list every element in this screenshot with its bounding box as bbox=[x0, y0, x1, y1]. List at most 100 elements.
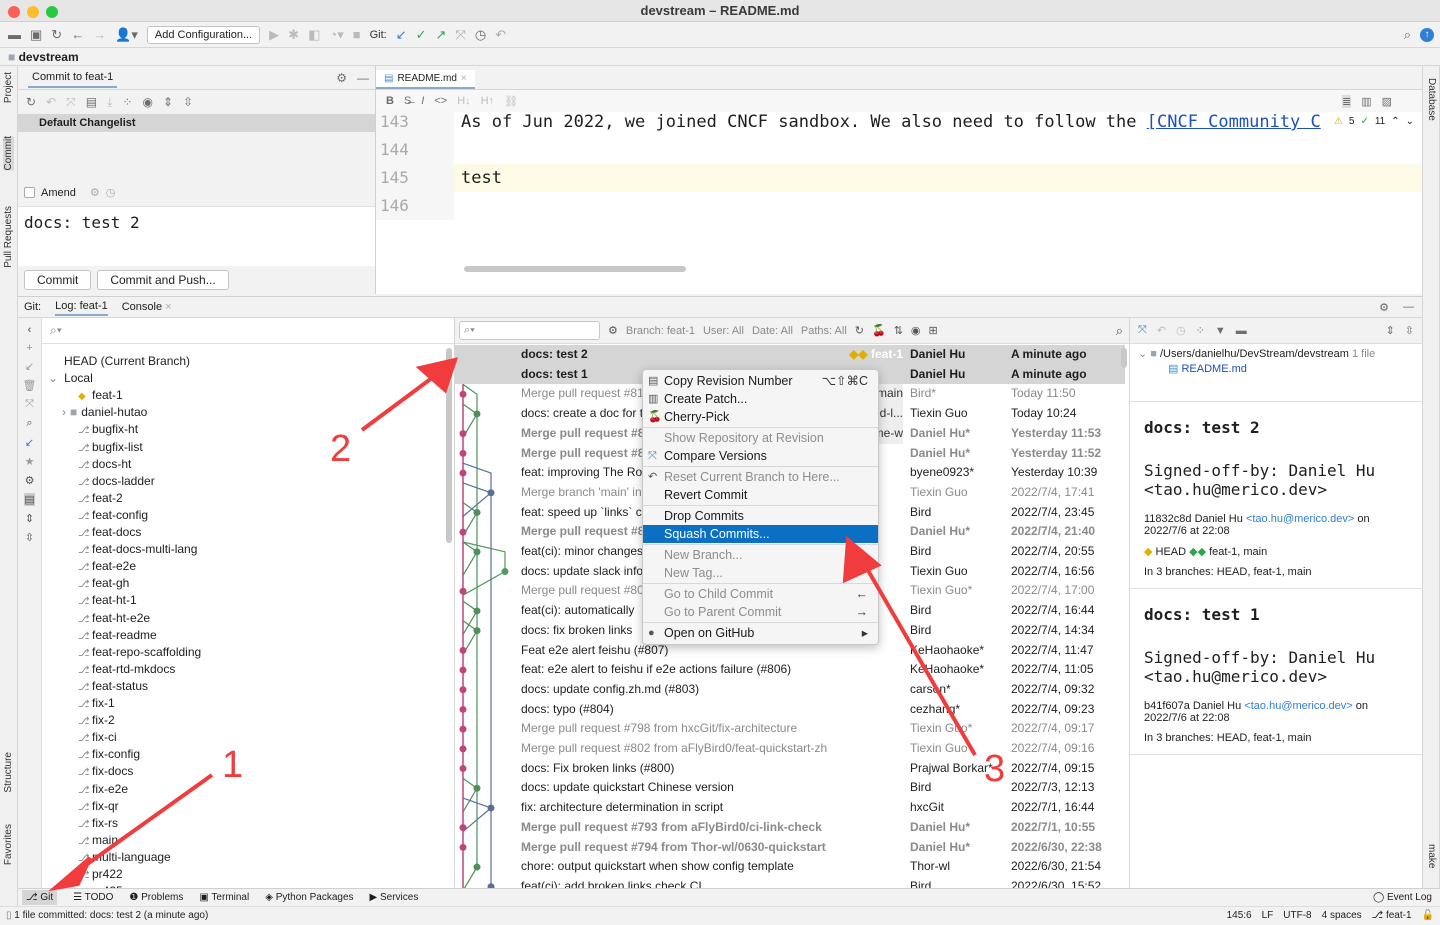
delete-icon[interactable]: 🗑 bbox=[23, 379, 37, 392]
user-icon[interactable]: 👤▾ bbox=[115, 27, 138, 43]
search-icon[interactable]: ⌕ bbox=[1116, 323, 1123, 339]
header-up-icon[interactable]: H↑ bbox=[481, 95, 494, 107]
rollback-icon[interactable]: ↶ bbox=[46, 95, 56, 109]
markdown-link[interactable]: [CNCF Community C bbox=[1147, 108, 1321, 136]
branch-item[interactable]: ⎇ feat-status bbox=[64, 678, 148, 695]
tab-console[interactable]: Console × bbox=[122, 301, 172, 313]
event-log-button[interactable]: ◯ Event Log bbox=[1373, 892, 1432, 903]
commit-row[interactable]: docs: typo (#804) cezhang* 2022/7/4, 09:23 bbox=[455, 700, 1125, 720]
commit-row[interactable]: docs: Fix broken links (#800) Prajwal Bor… bbox=[455, 759, 1125, 779]
settings-icon[interactable]: ⚙ bbox=[90, 186, 100, 199]
italic-icon[interactable]: I bbox=[421, 95, 424, 107]
history-icon[interactable]: ◷ bbox=[106, 186, 116, 199]
bold-icon[interactable]: B bbox=[386, 95, 394, 107]
branch-item[interactable]: ⎇ feat-docs bbox=[64, 524, 141, 541]
chevron-right-icon[interactable]: › bbox=[62, 405, 66, 419]
stop-icon[interactable]: ■ bbox=[353, 27, 361, 42]
menu-item-cherry-pick[interactable]: 🍒 Cherry-Pick bbox=[643, 408, 878, 426]
tab-services[interactable]: ▶ Services bbox=[370, 892, 419, 903]
branch-item[interactable]: ⎇ feat-gh bbox=[64, 575, 129, 592]
branch-item[interactable]: ⎇ fix-docs bbox=[64, 763, 133, 780]
update-icon[interactable]: ↙ bbox=[25, 360, 34, 373]
branch-item[interactable]: ⎇ feat-ht-e2e bbox=[64, 610, 150, 627]
collapse-all-icon[interactable]: ⇳ bbox=[183, 95, 193, 109]
tab-git[interactable]: ⎇ Git bbox=[22, 890, 58, 905]
tab-python-packages[interactable]: ◈ Python Packages bbox=[265, 892, 353, 903]
pull-requests-tool-tab[interactable]: Pull Requests bbox=[3, 206, 14, 268]
commit-row[interactable]: Merge pull request #793 from aFlyBird0/c… bbox=[455, 818, 1125, 838]
branch-item[interactable]: ⎇ feat-2 bbox=[64, 490, 123, 507]
history-icon[interactable]: ◷ bbox=[1176, 324, 1186, 337]
menu-item-copy-revision-number[interactable]: ▤ Copy Revision Number ⌥⇧⌘C bbox=[643, 372, 878, 390]
chevron-up-icon[interactable]: ⌃ bbox=[1391, 116, 1399, 127]
compare-icon[interactable]: ⤧ bbox=[1138, 324, 1147, 337]
commit-and-push-button[interactable]: Commit and Push... bbox=[97, 270, 229, 290]
diff-icon[interactable]: ⤧ bbox=[66, 95, 76, 110]
open-icon[interactable]: ▬ bbox=[8, 27, 21, 42]
branch-item[interactable]: ⎇ feat-readme bbox=[64, 627, 157, 644]
minimize-window-button[interactable] bbox=[27, 6, 39, 18]
file-encoding[interactable]: UTF-8 bbox=[1283, 907, 1311, 925]
lock-icon[interactable]: 🔓 bbox=[1422, 907, 1434, 925]
author-email-link[interactable]: <tao.hu@merico.dev> bbox=[1246, 513, 1354, 525]
editor-line[interactable]: 144 bbox=[376, 136, 1422, 164]
branch-search-input[interactable]: ⌕▾ bbox=[42, 318, 454, 344]
add-configuration-button[interactable]: Add Configuration... bbox=[146, 25, 261, 44]
author-email-link[interactable]: <tao.hu@merico.dev> bbox=[1244, 700, 1352, 712]
zoom-window-button[interactable] bbox=[46, 6, 58, 18]
commit-tab[interactable]: Commit to feat-1 bbox=[28, 67, 118, 88]
tab-log[interactable]: Log: feat-1 bbox=[55, 298, 108, 316]
commit-row[interactable]: chore: output quickstart when show confi… bbox=[455, 857, 1125, 877]
indent-setting[interactable]: 4 spaces bbox=[1322, 907, 1362, 925]
refresh-icon[interactable]: ↻ bbox=[26, 95, 36, 109]
chevron-down-icon[interactable]: ⌄ bbox=[1406, 116, 1414, 127]
hide-icon[interactable]: — bbox=[357, 71, 369, 85]
branch-item[interactable]: ⎇ fix-config bbox=[64, 746, 140, 763]
make-tool-tab[interactable]: make bbox=[1426, 844, 1437, 868]
menu-item-drop-commits[interactable]: Drop Commits bbox=[643, 507, 878, 525]
git-merge-icon[interactable]: ⤧ bbox=[455, 27, 465, 43]
branch-group-local[interactable]: ⌄ Local bbox=[48, 370, 93, 387]
tab-terminal[interactable]: ▣ Terminal bbox=[199, 892, 249, 903]
new-tab-icon[interactable]: ⊞ bbox=[929, 324, 938, 337]
cherry-pick-icon[interactable]: 🍒 bbox=[872, 324, 886, 337]
search-everywhere-icon[interactable]: ⌕ bbox=[1404, 27, 1411, 43]
menu-item-reset-current-branch-to-here[interactable]: ↶ Reset Current Branch to Here... bbox=[643, 468, 878, 486]
favorites-tool-tab[interactable]: Favorites bbox=[3, 824, 14, 865]
chevron-down-icon[interactable]: ⌄ bbox=[48, 371, 58, 385]
add-icon[interactable]: + bbox=[26, 342, 32, 354]
commit-row[interactable]: feat(ci): add broken links check CI Bird 2… bbox=[455, 877, 1125, 888]
menu-item-show-repository-at-revision[interactable]: Show Repository at Revision bbox=[643, 429, 878, 447]
save-icon[interactable]: ▣ bbox=[30, 27, 42, 43]
commit-row[interactable]: docs: test 2 ◆◆ feat-1 Daniel Hu A minute a… bbox=[455, 345, 1125, 365]
commit-row[interactable]: Merge pull request #802 from aFlyBird0/f… bbox=[455, 739, 1125, 759]
menu-item-new-tag[interactable]: New Tag... bbox=[643, 564, 878, 582]
commit-row[interactable]: feat: e2e alert to feishu if e2e actions… bbox=[455, 660, 1125, 680]
editor-line[interactable]: 145 test bbox=[376, 164, 1422, 192]
revert-icon[interactable]: ↶ bbox=[1157, 324, 1166, 337]
branch-item[interactable]: ⎇ fix-rs bbox=[64, 815, 118, 832]
tab-problems[interactable]: ❶ Problems bbox=[129, 892, 183, 903]
link-icon[interactable]: ⛓ bbox=[504, 95, 518, 108]
paths-filter[interactable]: Paths: All bbox=[801, 325, 847, 337]
filter-icon[interactable]: ▼ bbox=[1215, 325, 1226, 337]
tab-todo[interactable]: ☰ TODO bbox=[73, 892, 113, 903]
user-filter[interactable]: User: All bbox=[703, 325, 744, 337]
branch-item[interactable]: ⎇ feat-rtd-mkdocs bbox=[64, 661, 175, 678]
settings-icon[interactable]: ⚙ bbox=[25, 474, 35, 487]
database-tool-tab[interactable]: Database bbox=[1426, 78, 1437, 121]
commit-message-input[interactable]: docs: test 2 bbox=[18, 206, 375, 266]
editor-line[interactable]: 146 bbox=[376, 192, 1422, 220]
horizontal-scrollbar[interactable] bbox=[464, 266, 686, 272]
back-icon[interactable]: ← bbox=[71, 27, 84, 42]
hide-icon[interactable]: — bbox=[1403, 301, 1414, 313]
branch-scrollbar[interactable] bbox=[446, 348, 452, 543]
expand-all-icon[interactable]: ⇕ bbox=[1386, 324, 1395, 337]
close-window-button[interactable] bbox=[8, 6, 20, 18]
branch-item[interactable]: ⎇ feat-repo-scaffolding bbox=[64, 644, 201, 661]
commit-tool-tab[interactable]: Commit bbox=[3, 136, 14, 171]
git-update-icon[interactable]: ↙ bbox=[396, 27, 407, 43]
profile-icon[interactable]: ◔▾ bbox=[329, 27, 343, 43]
menu-item-create-patch[interactable]: ▥ Create Patch... bbox=[643, 390, 878, 408]
commit-row[interactable]: Merge pull request #798 from hxcGit/fix-… bbox=[455, 719, 1125, 739]
